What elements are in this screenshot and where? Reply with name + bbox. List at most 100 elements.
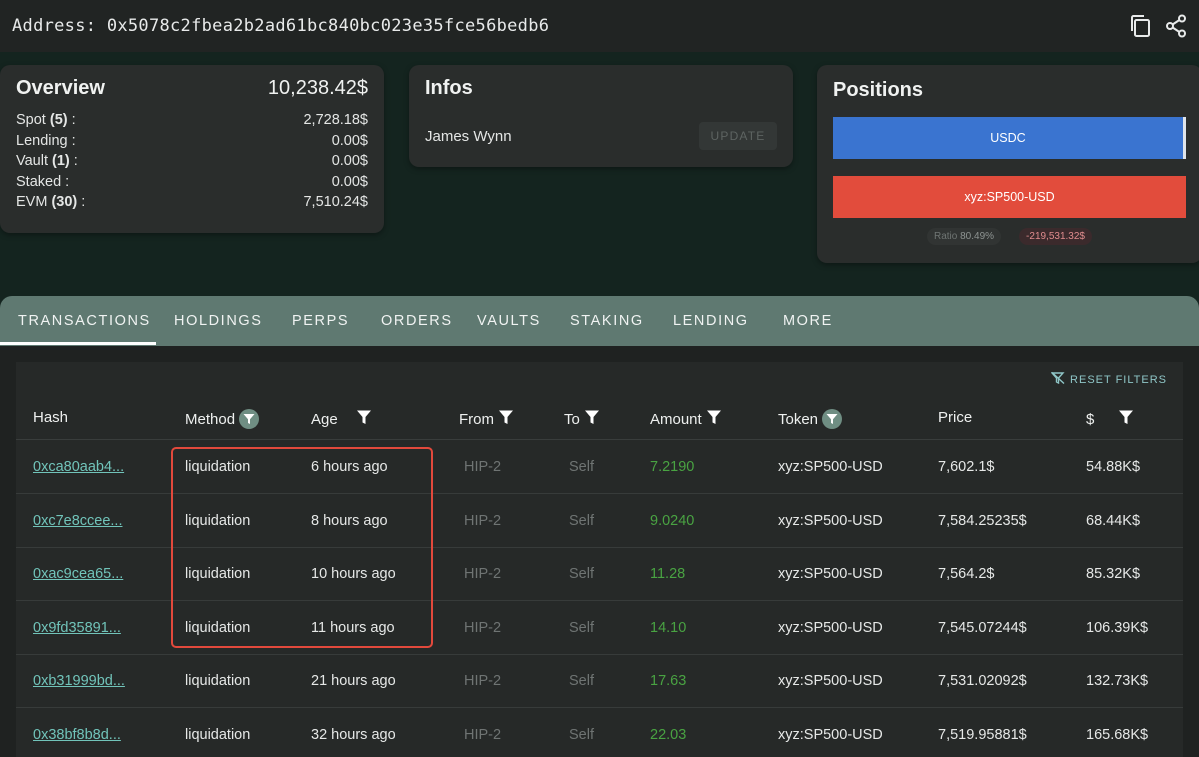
overview-row: Vault (1) : 0.00$ bbox=[16, 151, 368, 172]
col-price: Price bbox=[938, 409, 972, 426]
tab-transactions[interactable]: TRANSACTIONS bbox=[18, 296, 151, 346]
address-text: Address: 0x5078c2fbea2b2ad61bc840bc023e3… bbox=[12, 16, 550, 36]
filter-off-icon bbox=[1050, 371, 1065, 387]
overview-row-label: EVM (30) : bbox=[16, 192, 85, 213]
tx-token: xyz:SP500-USD bbox=[778, 673, 883, 689]
tx-from: HIP-2 bbox=[464, 513, 502, 529]
usd-filter-icon[interactable] bbox=[1118, 409, 1134, 429]
overview-row-label: Lending : bbox=[16, 131, 76, 152]
overview-row-count: (5) bbox=[49, 112, 68, 128]
reset-filters-label: RESET FILTERS bbox=[1070, 373, 1167, 386]
share-icon[interactable] bbox=[1163, 12, 1189, 40]
tx-to: Self bbox=[569, 566, 594, 582]
position-short-bar[interactable]: xyz:SP500-USD bbox=[833, 176, 1186, 218]
table-row: 0xb31999bd... liquidation 21 hours ago H… bbox=[16, 654, 1183, 708]
overview-row-suffix: : bbox=[77, 194, 86, 210]
tab-vaults[interactable]: VAULTS bbox=[477, 296, 541, 346]
update-button[interactable]: UPDATE bbox=[699, 122, 777, 150]
tx-method: liquidation bbox=[185, 673, 251, 689]
overview-row: Lending : 0.00$ bbox=[16, 131, 368, 152]
tx-usd-value: 106.39K$ bbox=[1086, 620, 1149, 636]
overview-row-name: Spot bbox=[16, 112, 46, 128]
tx-to: Self bbox=[569, 620, 594, 636]
highlight-annotation bbox=[171, 447, 433, 648]
overview-rows: Spot (5) :2,728.18$ Lending :0.00$ Vault (… bbox=[16, 110, 368, 213]
overview-row-value: 0.00$ bbox=[331, 153, 368, 169]
tab-more[interactable]: MORE bbox=[783, 296, 833, 346]
tx-price: 7,602.1$ bbox=[938, 459, 995, 475]
positions-title: Positions bbox=[833, 79, 924, 101]
overview-total: 10,238.42$ bbox=[267, 77, 368, 99]
tx-hash-link[interactable]: 0x38bf8b8d... bbox=[33, 727, 121, 743]
tx-price: 7,519.95881$ bbox=[938, 727, 1027, 743]
token-filter-icon[interactable] bbox=[822, 409, 843, 429]
col-usd-label: $ bbox=[1086, 410, 1095, 428]
tx-usd-value: 54.88K$ bbox=[1086, 459, 1141, 475]
tx-hash-link[interactable]: 0xb31999bd... bbox=[33, 673, 125, 689]
overview-row-value: 7,510.24$ bbox=[303, 194, 368, 210]
ratio-value: 80.49% bbox=[960, 231, 995, 242]
tx-hash-link[interactable]: 0x9fd35891... bbox=[33, 620, 121, 636]
overview-row-count: (1) bbox=[52, 153, 70, 169]
tx-usd-value: 132.73K$ bbox=[1086, 673, 1149, 689]
tx-usd-value: 85.32K$ bbox=[1086, 566, 1141, 582]
amount-filter-icon[interactable] bbox=[706, 409, 722, 429]
col-method: Method bbox=[185, 409, 260, 429]
overview-row-value: 0.00$ bbox=[331, 173, 368, 190]
tx-from: HIP-2 bbox=[464, 673, 502, 689]
age-filter-icon[interactable] bbox=[356, 409, 372, 429]
tx-method: liquidation bbox=[185, 727, 251, 743]
tx-usd-value: 165.68K$ bbox=[1086, 727, 1149, 743]
tx-amount: 14.10 bbox=[650, 620, 687, 636]
tx-amount: 11.28 bbox=[650, 566, 686, 582]
tx-to: Self bbox=[569, 727, 594, 743]
infos-title: Infos bbox=[425, 77, 473, 99]
tx-hash-link[interactable]: 0xc7e8ccee... bbox=[33, 513, 122, 529]
overview-row-label: Spot (5) : bbox=[16, 110, 76, 131]
tab-lending[interactable]: LENDING bbox=[673, 296, 749, 346]
col-token: Token bbox=[778, 409, 843, 429]
tx-hash-link[interactable]: 0xac9cea65... bbox=[33, 566, 123, 582]
col-method-label: Method bbox=[185, 410, 236, 428]
overview-row-name: EVM bbox=[16, 194, 48, 210]
overview-row-value: 0.00$ bbox=[331, 132, 368, 149]
overview-row-suffix: : bbox=[67, 112, 76, 128]
overview-title: Overview bbox=[16, 77, 105, 99]
overview-card: Overview 10,238.42$ Spot (5) : 2,728.18$ L… bbox=[0, 65, 384, 233]
overview-row-name: Staked : bbox=[16, 173, 70, 190]
tab-orders[interactable]: ORDERS bbox=[381, 296, 453, 346]
col-age: Age bbox=[311, 409, 372, 429]
overview-row-count: (30) bbox=[51, 194, 78, 210]
from-filter-icon[interactable] bbox=[498, 409, 514, 429]
col-age-label: Age bbox=[311, 410, 338, 428]
pnl-badge: -219,531.32$ bbox=[1019, 228, 1092, 245]
tx-age: 32 hours ago bbox=[311, 727, 396, 743]
tx-to: Self bbox=[569, 513, 594, 529]
col-from: From bbox=[459, 409, 514, 429]
col-to: To bbox=[564, 409, 600, 429]
tab-holdings[interactable]: HOLDINGS bbox=[174, 296, 263, 346]
reset-filters-button[interactable]: RESET FILTERS bbox=[1050, 371, 1167, 387]
tx-price: 7,564.2$ bbox=[938, 566, 995, 582]
method-filter-icon[interactable] bbox=[239, 409, 260, 429]
table-row: 0x38bf8b8d... liquidation 32 hours ago H… bbox=[16, 708, 1183, 757]
col-amount-label: Amount bbox=[650, 410, 702, 428]
tx-to: Self bbox=[569, 459, 594, 475]
copy-icon[interactable] bbox=[1127, 12, 1153, 40]
col-price-label: Price bbox=[938, 409, 973, 426]
tx-amount: 7.2190 bbox=[650, 459, 695, 475]
tx-price: 7,545.07244$ bbox=[938, 620, 1027, 636]
tab-staking[interactable]: STAKING bbox=[570, 296, 644, 346]
overview-row-label: Staked : bbox=[16, 172, 69, 193]
col-hash-label: Hash bbox=[33, 409, 69, 426]
position-long-bar[interactable]: USDC bbox=[833, 117, 1186, 159]
overview-row-value: 2,728.18$ bbox=[303, 112, 368, 128]
tx-amount: 9.0240 bbox=[650, 513, 695, 529]
to-filter-icon[interactable] bbox=[584, 409, 600, 429]
tx-token: xyz:SP500-USD bbox=[778, 513, 883, 529]
tab-perps[interactable]: PERPS bbox=[292, 296, 349, 346]
positions-card: Positions USDC xyz:SP500-USD Ratio 80.49… bbox=[817, 65, 1199, 263]
tx-token: xyz:SP500-USD bbox=[778, 620, 883, 636]
tx-hash-link[interactable]: 0xca80aab4... bbox=[33, 459, 124, 475]
tx-amount: 22.03 bbox=[650, 727, 687, 743]
